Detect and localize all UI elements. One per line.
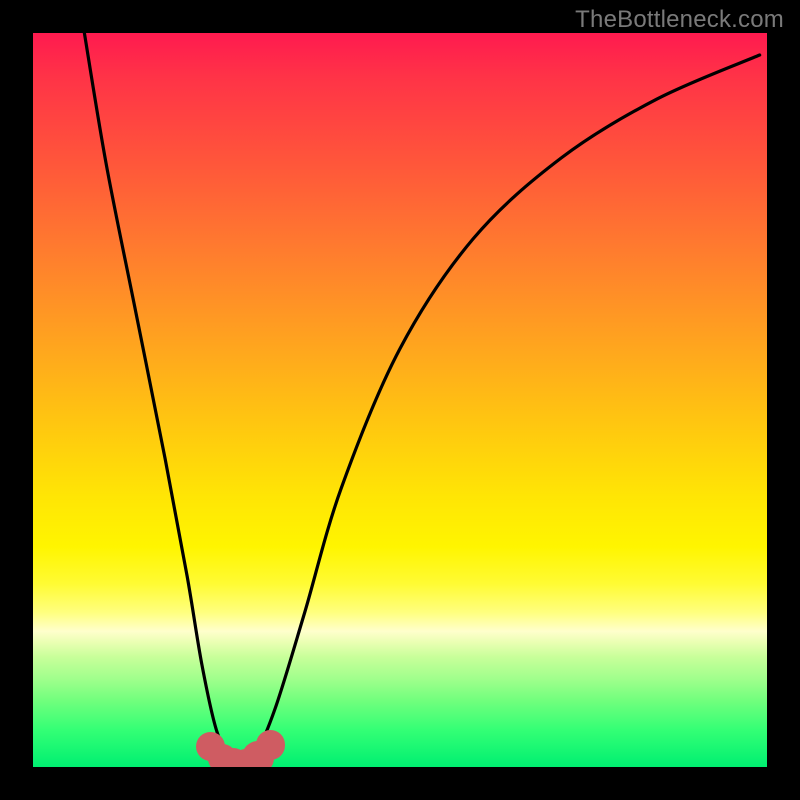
chart-frame: TheBottleneck.com [0, 0, 800, 800]
watermark-text: TheBottleneck.com [575, 6, 784, 34]
plot-area [33, 33, 767, 767]
bottleneck-curve [84, 33, 759, 767]
optimal-marker [256, 730, 285, 759]
curve-svg [33, 33, 767, 767]
